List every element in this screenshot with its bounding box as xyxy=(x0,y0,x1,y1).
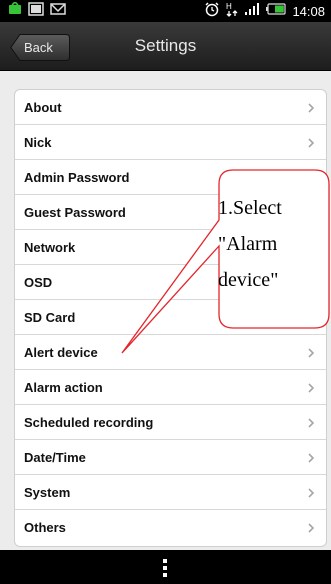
settings-item-label: System xyxy=(24,485,71,500)
chevron-right-icon xyxy=(308,383,315,393)
callout-line-2: "Alarm xyxy=(218,233,278,255)
chevron-right-icon xyxy=(308,418,315,428)
settings-item-others[interactable]: Others xyxy=(15,510,326,545)
settings-item-alarm-action[interactable]: Alarm action xyxy=(15,370,326,405)
settings-item-alert-device[interactable]: Alert device xyxy=(15,335,326,370)
back-button-label: Back xyxy=(24,40,53,55)
svg-text:H: H xyxy=(226,2,232,11)
signal-icon xyxy=(244,2,260,21)
settings-list: About Nick Admin Password Guest Password… xyxy=(14,89,327,547)
settings-item-label: Scheduled recording xyxy=(24,415,154,430)
data-transfer-icon: H xyxy=(226,1,238,22)
settings-item-label: Alarm action xyxy=(24,380,103,395)
gallery-icon xyxy=(28,1,44,21)
settings-item-date-time[interactable]: Date/Time xyxy=(15,440,326,475)
settings-item-label: Guest Password xyxy=(24,205,126,220)
status-right-icons: H 14:08 xyxy=(204,1,325,22)
settings-item-label: Date/Time xyxy=(24,450,86,465)
settings-item-label: Others xyxy=(24,520,66,535)
settings-item-nick[interactable]: Nick xyxy=(15,125,326,160)
status-bar: H 14:08 xyxy=(0,0,331,22)
settings-item-label: Alert device xyxy=(24,345,98,360)
settings-item-about[interactable]: About xyxy=(15,90,326,125)
settings-item-label: OSD xyxy=(24,275,53,290)
chevron-right-icon xyxy=(308,138,315,148)
overflow-menu-icon[interactable] xyxy=(162,559,168,577)
chevron-right-icon xyxy=(308,453,315,463)
mail-icon xyxy=(50,2,66,21)
callout-line-3: device" xyxy=(218,269,279,291)
chevron-right-icon xyxy=(308,173,315,183)
chevron-right-icon xyxy=(308,103,315,113)
chevron-right-icon xyxy=(308,313,315,323)
chevron-right-icon xyxy=(308,488,315,498)
settings-item-label: Admin Password xyxy=(24,170,130,185)
top-bar: Back Settings xyxy=(0,22,331,71)
settings-item-label: SD Card xyxy=(24,310,76,325)
status-left-icons xyxy=(8,0,66,21)
callout-line-1: 1.Select xyxy=(218,197,282,219)
alarm-icon xyxy=(204,1,220,22)
settings-item-label: About xyxy=(24,100,62,115)
settings-item-scheduled-recording[interactable]: Scheduled recording xyxy=(15,405,326,440)
settings-item-label: Nick xyxy=(24,135,52,150)
settings-item-label: Network xyxy=(24,240,76,255)
notification-icon xyxy=(8,0,22,21)
chevron-right-icon xyxy=(308,348,315,358)
settings-item-sd-card[interactable]: SD Card xyxy=(15,300,326,335)
chevron-right-icon xyxy=(308,523,315,533)
bottom-nav-bar xyxy=(0,550,331,584)
battery-icon xyxy=(266,2,287,20)
callout-text: 1.Select "Alarm device" xyxy=(218,190,328,298)
status-time: 14:08 xyxy=(292,3,325,19)
settings-item-system[interactable]: System xyxy=(15,475,326,510)
